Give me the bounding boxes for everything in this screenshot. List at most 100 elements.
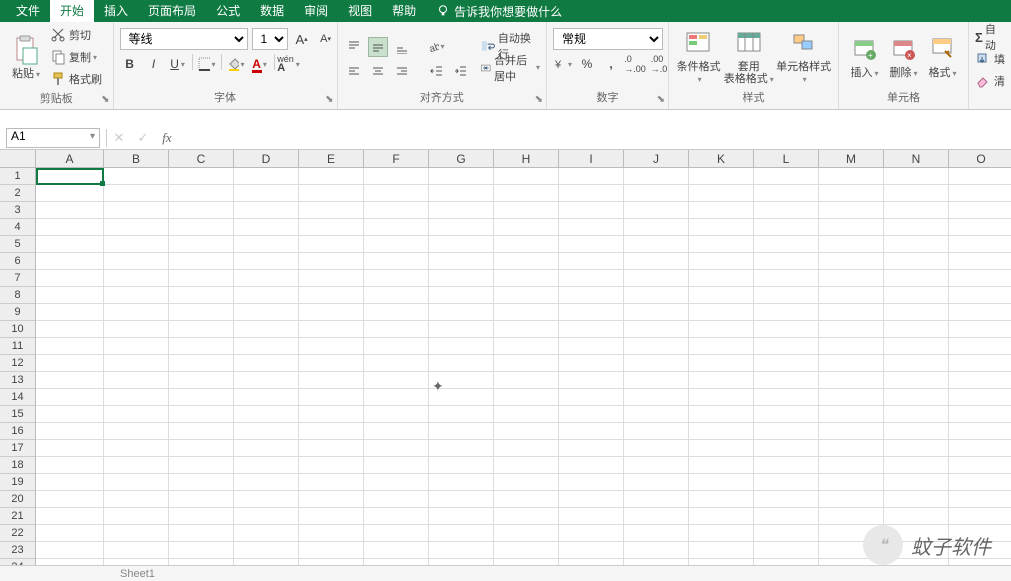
tab-home[interactable]: 开始 (50, 0, 94, 22)
cell[interactable] (104, 372, 169, 389)
cell[interactable] (559, 389, 624, 406)
cell[interactable] (559, 270, 624, 287)
cell[interactable] (559, 406, 624, 423)
cell[interactable] (949, 219, 1011, 236)
cell[interactable] (884, 253, 949, 270)
cell[interactable] (559, 440, 624, 457)
cell[interactable] (364, 474, 429, 491)
cell[interactable] (494, 389, 559, 406)
cell[interactable] (429, 474, 494, 491)
cell[interactable] (689, 168, 754, 185)
cell[interactable] (36, 355, 104, 372)
cell[interactable] (104, 542, 169, 559)
cell[interactable] (429, 168, 494, 185)
cell[interactable] (884, 287, 949, 304)
increase-font-button[interactable]: A▴ (292, 29, 312, 49)
cell[interactable] (299, 321, 364, 338)
column-header[interactable]: O (949, 150, 1011, 168)
cell[interactable] (559, 338, 624, 355)
cell[interactable] (299, 423, 364, 440)
cell[interactable] (819, 372, 884, 389)
cell[interactable] (949, 338, 1011, 355)
row-header[interactable]: 15 (0, 406, 36, 423)
cell[interactable] (689, 338, 754, 355)
increase-indent-button[interactable] (450, 61, 470, 81)
cell[interactable] (169, 457, 234, 474)
row-header[interactable]: 16 (0, 423, 36, 440)
align-bottom-button[interactable] (392, 37, 412, 57)
tab-data[interactable]: 数据 (250, 0, 294, 22)
cell[interactable] (234, 440, 299, 457)
tab-layout[interactable]: 页面布局 (138, 0, 206, 22)
cell[interactable] (819, 406, 884, 423)
clipboard-launcher[interactable]: ⬊ (101, 93, 109, 107)
cell[interactable] (754, 542, 819, 559)
cell[interactable] (36, 304, 104, 321)
cell[interactable] (36, 338, 104, 355)
cell[interactable] (429, 236, 494, 253)
cell[interactable] (104, 423, 169, 440)
cell[interactable] (884, 202, 949, 219)
cell[interactable] (494, 457, 559, 474)
cell[interactable] (169, 321, 234, 338)
cell[interactable] (754, 270, 819, 287)
cell[interactable] (949, 270, 1011, 287)
cell[interactable] (624, 406, 689, 423)
cell[interactable] (299, 304, 364, 321)
cell[interactable] (624, 440, 689, 457)
cell[interactable] (949, 508, 1011, 525)
cell[interactable] (624, 253, 689, 270)
cell[interactable] (884, 372, 949, 389)
cell[interactable] (949, 304, 1011, 321)
cell[interactable] (429, 202, 494, 219)
format-painter-button[interactable]: 格式刷 (50, 69, 102, 89)
cell[interactable] (234, 423, 299, 440)
cell[interactable] (754, 321, 819, 338)
cell[interactable] (364, 406, 429, 423)
row-header[interactable]: 11 (0, 338, 36, 355)
cell[interactable] (104, 474, 169, 491)
cell[interactable] (949, 525, 1011, 542)
row-header[interactable]: 21 (0, 508, 36, 525)
cell[interactable] (299, 542, 364, 559)
cell[interactable] (754, 525, 819, 542)
cell[interactable] (299, 491, 364, 508)
cell[interactable] (299, 389, 364, 406)
cell[interactable] (819, 168, 884, 185)
cell[interactable] (559, 355, 624, 372)
cell[interactable] (104, 236, 169, 253)
align-center-button[interactable] (368, 61, 388, 81)
cell[interactable] (819, 423, 884, 440)
cell[interactable] (624, 287, 689, 304)
cell[interactable] (36, 270, 104, 287)
cell[interactable] (169, 389, 234, 406)
cell[interactable] (754, 474, 819, 491)
cell[interactable] (36, 236, 104, 253)
cell[interactable] (429, 304, 494, 321)
cell[interactable] (36, 253, 104, 270)
cell[interactable] (819, 287, 884, 304)
cell[interactable] (624, 270, 689, 287)
cell[interactable] (36, 406, 104, 423)
column-header[interactable]: B (104, 150, 169, 168)
cell[interactable] (169, 219, 234, 236)
cell[interactable] (884, 236, 949, 253)
cell[interactable] (169, 525, 234, 542)
cell[interactable] (429, 287, 494, 304)
cell[interactable] (234, 287, 299, 304)
cell[interactable] (884, 338, 949, 355)
cell[interactable] (689, 304, 754, 321)
cell[interactable] (494, 406, 559, 423)
cell[interactable] (949, 287, 1011, 304)
tab-review[interactable]: 审阅 (294, 0, 338, 22)
cell[interactable] (234, 372, 299, 389)
cell[interactable] (559, 253, 624, 270)
cell[interactable] (36, 423, 104, 440)
cell[interactable] (169, 202, 234, 219)
cell[interactable] (364, 338, 429, 355)
column-header[interactable]: F (364, 150, 429, 168)
cell[interactable] (169, 168, 234, 185)
cell[interactable] (754, 491, 819, 508)
align-top-button[interactable] (344, 37, 364, 57)
cell[interactable] (36, 440, 104, 457)
